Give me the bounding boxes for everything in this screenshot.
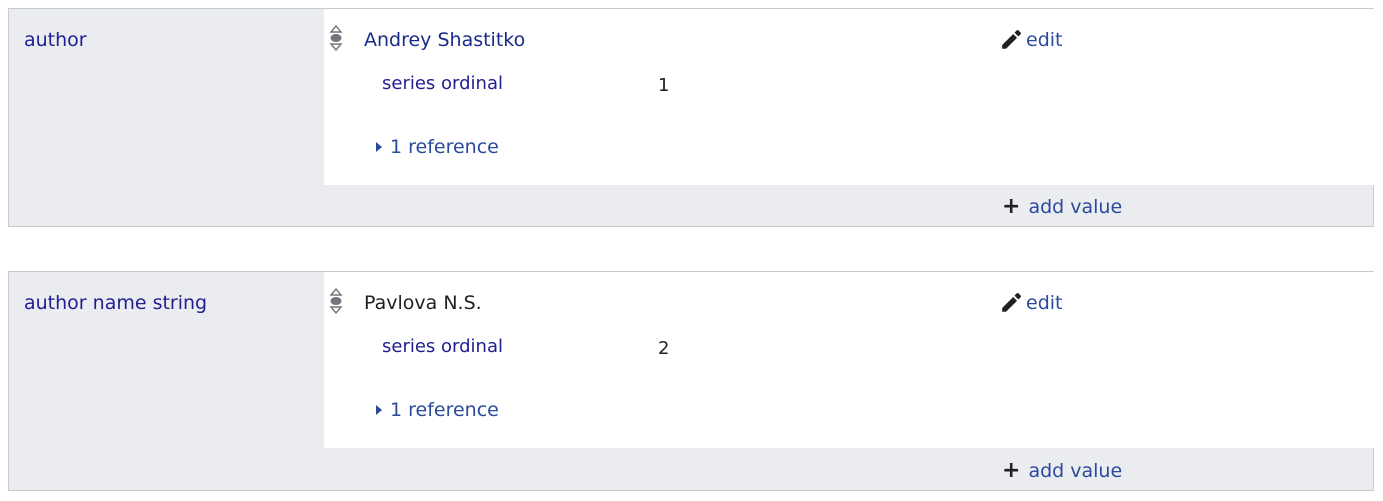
qualifier-value: 2 <box>658 338 670 359</box>
pencil-icon <box>1002 292 1022 312</box>
qualifier-property-label[interactable]: series ordinal <box>382 73 503 94</box>
qualifier-value: 1 <box>658 75 670 96</box>
expand-triangle-icon <box>376 142 382 152</box>
expand-triangle-icon <box>376 405 382 415</box>
add-value-button[interactable]: + add value <box>1002 194 1123 219</box>
references-toggle[interactable]: 1 reference <box>376 136 499 158</box>
edit-button[interactable]: edit <box>1000 292 1062 314</box>
statement: Pavlova N.S. edit series ordinal 2 1 ref… <box>324 272 1375 448</box>
statement-value-link[interactable]: Andrey Shastitko <box>364 29 525 51</box>
property-label[interactable]: author name string <box>24 292 207 314</box>
add-value-label: add value <box>1028 196 1123 218</box>
qualifier-property-label[interactable]: series ordinal <box>382 336 503 357</box>
references-label: 1 reference <box>390 136 499 158</box>
plus-icon: + <box>1002 194 1021 219</box>
normal-rank-icon[interactable] <box>328 286 344 316</box>
plus-icon: + <box>1002 458 1021 483</box>
edit-label: edit <box>1026 29 1063 51</box>
statement-value-text: Pavlova N.S. <box>364 292 482 314</box>
edit-label: edit <box>1026 292 1063 314</box>
add-value-button[interactable]: + add value <box>1002 458 1123 483</box>
references-label: 1 reference <box>390 399 499 421</box>
statement: Andrey Shastitko edit series ordinal 1 1… <box>324 9 1375 185</box>
references-toggle[interactable]: 1 reference <box>376 399 499 421</box>
normal-rank-icon[interactable] <box>328 23 344 53</box>
property-label[interactable]: author <box>24 29 87 51</box>
add-value-label: add value <box>1028 460 1123 482</box>
edit-button[interactable]: edit <box>1000 29 1062 51</box>
statement-group-author: author Andrey Shastitko edit series ordi… <box>8 8 1375 227</box>
statement-group-author-name-string: author name string Pavlova N.S. edit ser… <box>8 271 1375 491</box>
pencil-icon <box>1002 29 1022 49</box>
